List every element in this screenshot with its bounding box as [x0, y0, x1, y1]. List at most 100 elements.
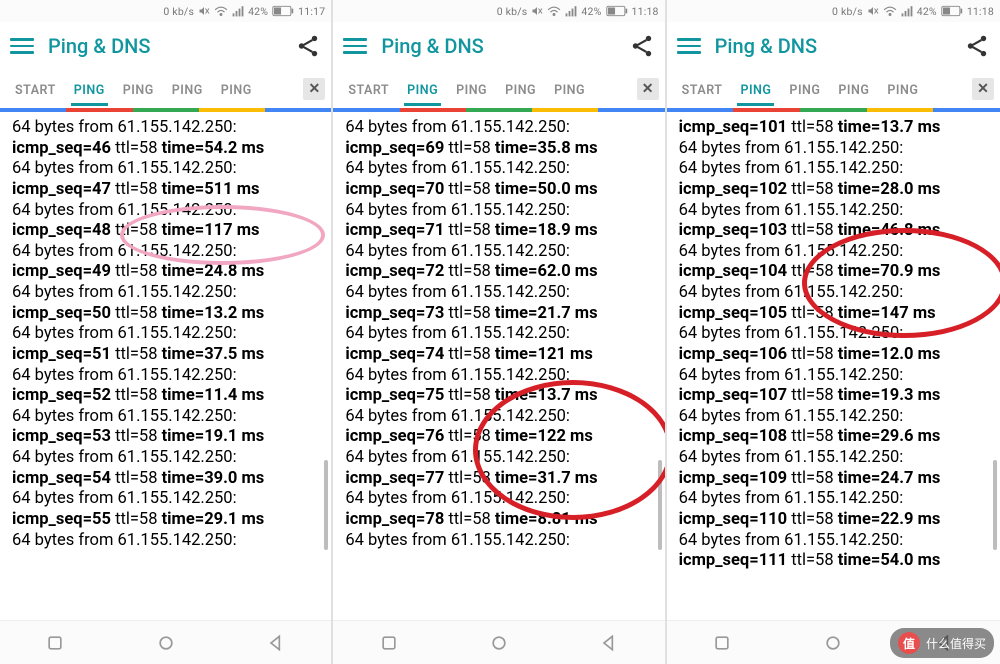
ping-from-line: 64 bytes from 61.155.142.250: [12, 159, 321, 180]
ping-result-line: icmp_seq=49 ttl=58 time=24.8 ms [12, 262, 321, 283]
ping-result-line: icmp_seq=48 ttl=58 time=117 ms [12, 221, 321, 242]
nav-recent-button[interactable] [379, 633, 399, 653]
tab-start-0[interactable]: START [6, 75, 65, 104]
ping-result-line: icmp_seq=72 ttl=58 time=62.0 ms [345, 262, 654, 283]
scrollbar-thumb[interactable] [324, 460, 328, 550]
tab-ping-2[interactable]: PING [780, 75, 829, 104]
ping-from-line: 64 bytes from 61.155.142.250: [679, 159, 990, 180]
ping-from-line: 64 bytes from 61.155.142.250: [345, 448, 654, 469]
clock: 11:18 [967, 5, 994, 18]
ping-result-line: icmp_seq=106 ttl=58 time=12.0 ms [679, 345, 990, 366]
ping-result-line: icmp_seq=70 ttl=58 time=50.0 ms [345, 180, 654, 201]
ping-result-line: icmp_seq=52 ttl=58 time=11.4 ms [12, 386, 321, 407]
ping-result-line: icmp_seq=51 ttl=58 time=37.5 ms [12, 345, 321, 366]
ping-from-line: 64 bytes from 61.155.142.250: [345, 531, 654, 552]
hamburger-icon[interactable] [10, 34, 34, 58]
clock: 11:17 [298, 5, 325, 18]
ping-result-line: icmp_seq=47 ttl=58 time=511 ms [12, 180, 321, 201]
share-icon[interactable] [629, 33, 655, 59]
ping-result-line: icmp_seq=77 ttl=58 time=31.7 ms [345, 469, 654, 490]
ping-from-line: 64 bytes from 61.155.142.250: [12, 324, 321, 345]
network-speed: 0 kb/s [497, 5, 528, 18]
nav-home-button[interactable] [823, 633, 843, 653]
close-tab-button[interactable]: ✕ [972, 78, 994, 100]
ping-from-line: 64 bytes from 61.155.142.250: [679, 407, 990, 428]
scrollbar-thumb[interactable] [993, 460, 997, 550]
ping-result-line: icmp_seq=110 ttl=58 time=22.9 ms [679, 510, 990, 531]
watermark-text: 什么值得买 [926, 635, 986, 652]
tab-ping-3[interactable]: PING [163, 75, 212, 104]
mute-icon [198, 5, 210, 17]
ping-from-line: 64 bytes from 61.155.142.250: [679, 139, 990, 160]
tab-ping-3[interactable]: PING [496, 75, 545, 104]
tab-ping-4[interactable]: PING [212, 75, 261, 104]
ping-from-line: 64 bytes from 61.155.142.250: [679, 489, 990, 510]
ping-result-line: icmp_seq=108 ttl=58 time=29.6 ms [679, 427, 990, 448]
close-tab-button[interactable]: ✕ [637, 78, 659, 100]
ping-output[interactable]: 64 bytes from 61.155.142.250:icmp_seq=46… [0, 112, 331, 620]
app-title: Ping & DNS [381, 34, 628, 58]
ping-from-line: 64 bytes from 61.155.142.250: [12, 407, 321, 428]
status-bar: 0 kb/s42%11:18 [667, 0, 1000, 22]
battery-icon [272, 5, 294, 17]
app-toolbar: Ping & DNS [0, 22, 331, 70]
battery-pct: 42% [917, 5, 937, 18]
nav-recent-button[interactable] [712, 633, 732, 653]
nav-back-button[interactable] [266, 633, 286, 653]
ping-output[interactable]: icmp_seq=101 ttl=58 time=13.7 ms64 bytes… [667, 112, 1000, 620]
watermark: 值 什么值得买 [890, 628, 994, 658]
ping-result-line: icmp_seq=75 ttl=58 time=13.7 ms [345, 386, 654, 407]
tab-ping-2[interactable]: PING [114, 75, 163, 104]
hamburger-icon[interactable] [677, 34, 701, 58]
ping-result-line: icmp_seq=76 ttl=58 time=122 ms [345, 427, 654, 448]
scrollbar-thumb[interactable] [658, 460, 662, 550]
nav-home-button[interactable] [489, 633, 509, 653]
share-icon[interactable] [964, 33, 990, 59]
ping-from-line: 64 bytes from 61.155.142.250: [12, 531, 321, 552]
ping-result-line: icmp_seq=103 ttl=58 time=46.8 ms [679, 221, 990, 242]
ping-result-line: icmp_seq=104 ttl=58 time=70.9 ms [679, 262, 990, 283]
close-tab-button[interactable]: ✕ [303, 78, 325, 100]
ping-result-line: icmp_seq=105 ttl=58 time=147 ms [679, 304, 990, 325]
tab-ping-4[interactable]: PING [545, 75, 594, 104]
tab-ping-1[interactable]: PING [731, 75, 780, 104]
ping-result-line: icmp_seq=71 ttl=58 time=18.9 ms [345, 221, 654, 242]
app-toolbar: Ping & DNS [333, 22, 664, 70]
signal-icon [232, 5, 244, 17]
hamburger-icon[interactable] [343, 34, 367, 58]
ping-from-line: 64 bytes from 61.155.142.250: [12, 448, 321, 469]
tab-ping-3[interactable]: PING [829, 75, 878, 104]
ping-from-line: 64 bytes from 61.155.142.250: [12, 283, 321, 304]
signal-icon [565, 5, 577, 17]
ping-result-line: icmp_seq=111 ttl=58 time=54.0 ms [679, 551, 990, 572]
battery-icon [606, 5, 628, 17]
ping-from-line: 64 bytes from 61.155.142.250: [679, 324, 990, 345]
tab-ping-1[interactable]: PING [65, 75, 114, 104]
tab-start-0[interactable]: START [339, 75, 398, 104]
battery-pct: 42% [581, 5, 601, 18]
ping-from-line: 64 bytes from 61.155.142.250: [345, 324, 654, 345]
clock: 11:18 [632, 5, 659, 18]
battery-icon [941, 5, 963, 17]
ping-from-line: 64 bytes from 61.155.142.250: [679, 531, 990, 552]
ping-result-line: icmp_seq=73 ttl=58 time=21.7 ms [345, 304, 654, 325]
ping-from-line: 64 bytes from 61.155.142.250: [12, 366, 321, 387]
tab-ping-1[interactable]: PING [398, 75, 447, 104]
nav-recent-button[interactable] [45, 633, 65, 653]
share-icon[interactable] [295, 33, 321, 59]
ping-from-line: 64 bytes from 61.155.142.250: [12, 489, 321, 510]
android-nav-bar [0, 620, 331, 664]
wifi-icon [547, 5, 561, 17]
wifi-icon [883, 5, 897, 17]
ping-from-line: 64 bytes from 61.155.142.250: [12, 201, 321, 222]
ping-from-line: 64 bytes from 61.155.142.250: [679, 283, 990, 304]
ping-result-line: icmp_seq=107 ttl=58 time=19.3 ms [679, 386, 990, 407]
tab-ping-2[interactable]: PING [447, 75, 496, 104]
tab-start-0[interactable]: START [673, 75, 732, 104]
status-bar: 0 kb/s42%11:17 [0, 0, 331, 22]
mute-icon [531, 5, 543, 17]
ping-output[interactable]: 64 bytes from 61.155.142.250:icmp_seq=69… [333, 112, 664, 620]
nav-back-button[interactable] [599, 633, 619, 653]
tab-ping-4[interactable]: PING [878, 75, 927, 104]
nav-home-button[interactable] [156, 633, 176, 653]
